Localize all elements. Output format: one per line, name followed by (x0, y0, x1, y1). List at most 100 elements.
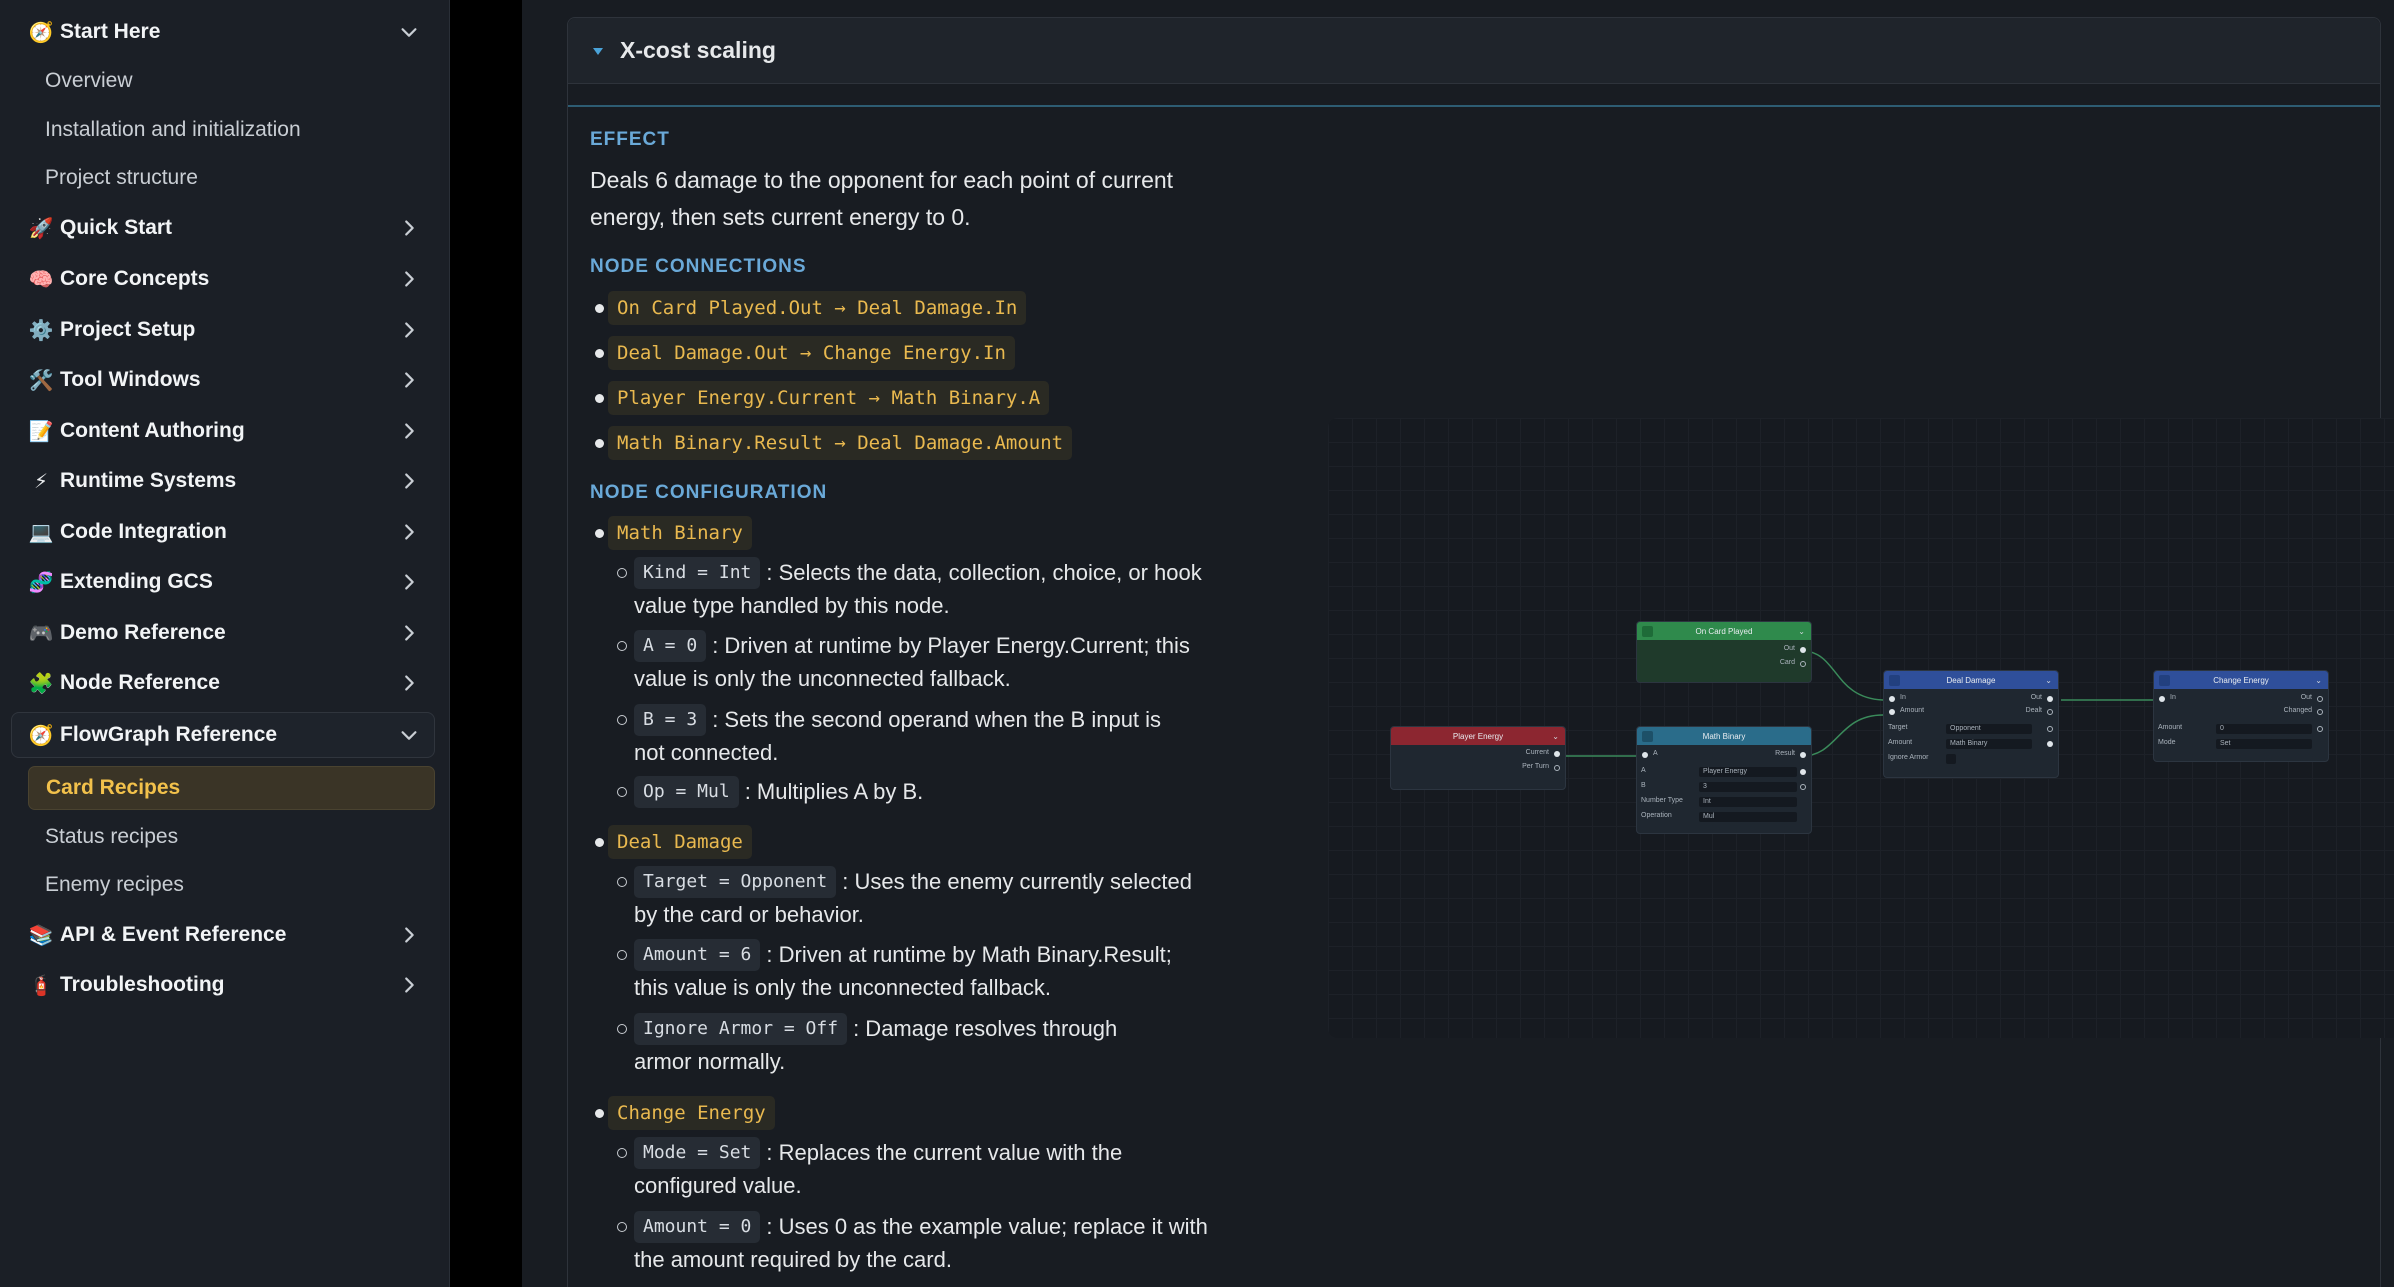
field-dropdown[interactable]: Mul (1699, 812, 1797, 822)
port-label: Per Turn (1522, 763, 1549, 770)
node-title: Change Energy (2213, 675, 2269, 685)
nav-group-tool-windows[interactable]: 🛠️ Tool Windows (28, 358, 423, 402)
nav-group-extending-gcs[interactable]: 🧬 Extending GCS (28, 560, 423, 604)
chevron-right-icon[interactable] (395, 568, 423, 596)
node-config-name: Math Binary (608, 516, 752, 550)
nav-group-label: Runtime Systems (60, 469, 237, 492)
gear-icon: ⚙️ (28, 318, 54, 342)
chevron-right-icon[interactable] (395, 669, 423, 697)
field-pin[interactable] (1800, 769, 1806, 775)
nav-link-installation[interactable]: Installation and initialization (45, 110, 301, 150)
output-pin[interactable] (2047, 709, 2053, 715)
connection-item: On Card Played.Out → Deal Damage.In (608, 291, 1027, 325)
output-pin[interactable] (1554, 765, 1560, 771)
sub-bullet (617, 877, 627, 887)
chevron-down-icon[interactable]: ⌄ (2045, 676, 2052, 685)
nav-group-runtime-systems[interactable]: ⚡ Runtime Systems (28, 459, 423, 503)
nav-group-label: Tool Windows (60, 368, 201, 391)
chevron-right-icon[interactable] (395, 366, 423, 394)
tools-icon: 🛠️ (28, 368, 54, 392)
books-icon: 📚 (28, 923, 54, 947)
input-pin[interactable] (1889, 696, 1895, 702)
nav-group-troubleshooting[interactable]: 🧯 Troubleshooting (28, 963, 423, 1007)
output-pin[interactable] (1800, 661, 1806, 667)
port-label: Out (2300, 694, 2312, 701)
graph-node-deal-damage[interactable]: Deal Damage ⌄ In Out Amount Dealt Target … (1883, 670, 2059, 778)
chevron-right-icon[interactable] (395, 467, 423, 495)
output-pin[interactable] (2317, 696, 2323, 702)
divider (568, 105, 2380, 107)
output-pin[interactable] (1800, 647, 1806, 653)
chevron-down-icon[interactable]: ⌄ (2315, 676, 2322, 685)
caret-down-icon[interactable] (590, 43, 606, 59)
chevron-down-icon[interactable]: ⌄ (1798, 627, 1805, 636)
chevron-right-icon[interactable] (395, 971, 423, 999)
port-label: A (1653, 750, 1658, 757)
chevron-right-icon[interactable] (395, 417, 423, 445)
nav-link-status-recipes[interactable]: Status recipes (45, 817, 178, 857)
field-value[interactable]: 0 (2216, 724, 2312, 734)
nav-link-overview[interactable]: Overview (45, 61, 133, 101)
input-pin[interactable] (1642, 752, 1648, 758)
field-dropdown[interactable]: Int (1699, 797, 1797, 807)
chevron-right-icon[interactable] (395, 214, 423, 242)
setting-desc: : Driven at runtime by Player Energy.Cur… (712, 633, 1190, 658)
graph-node-change-energy[interactable]: Change Energy ⌄ In Out Changed Amount 0 M… (2153, 670, 2329, 762)
nav-group-code-integration[interactable]: 💻 Code Integration (28, 510, 423, 554)
setting-code: Ignore Armor = Off (634, 1013, 848, 1045)
nav-group-project-setup[interactable]: ⚙️ Project Setup (28, 308, 423, 352)
flowgraph-canvas[interactable]: Player Energy ⌄ Current Per Turn On Card … (1328, 418, 2394, 1038)
sub-bullet (617, 1222, 627, 1232)
input-pin[interactable] (1889, 709, 1895, 715)
list-bullet (595, 838, 604, 847)
nav-link-card-recipes[interactable]: Card Recipes (28, 766, 435, 810)
chevron-right-icon[interactable] (395, 921, 423, 949)
sub-bullet (617, 950, 627, 960)
chevron-down-icon[interactable]: ⌄ (1552, 732, 1559, 741)
field-pin[interactable] (1800, 784, 1806, 790)
setting-line: Mode = Set: Replaces the current value w… (634, 1136, 1122, 1170)
armor-toggle[interactable] (1946, 754, 1956, 764)
nav-group-demo-reference[interactable]: 🎮 Demo Reference (28, 611, 423, 655)
field-dropdown[interactable]: Opponent (1946, 724, 2032, 734)
graph-node-player-energy[interactable]: Player Energy ⌄ Current Per Turn (1390, 726, 1566, 790)
chevron-down-icon[interactable] (395, 18, 423, 46)
field-label: Operation (1641, 812, 1672, 819)
nav-group-node-reference[interactable]: 🧩 Node Reference (28, 661, 423, 705)
chevron-right-icon[interactable] (395, 265, 423, 293)
chevron-right-icon[interactable] (395, 619, 423, 647)
graph-node-on-card-played[interactable]: On Card Played ⌄ Out Card (1636, 621, 1812, 683)
field-dropdown[interactable]: Set (2216, 739, 2312, 749)
field-pin[interactable] (2047, 741, 2053, 747)
output-pin[interactable] (1800, 752, 1806, 758)
gamepad-icon: 🎮 (28, 621, 54, 645)
chevron-down-icon[interactable] (395, 721, 423, 749)
field-pin[interactable] (2047, 726, 2053, 732)
sub-bullet (617, 1024, 627, 1034)
chevron-right-icon[interactable] (395, 316, 423, 344)
nav-group-api-event-reference[interactable]: 📚 API & Event Reference (28, 913, 423, 957)
field-value[interactable]: Player Energy (1699, 767, 1797, 777)
nav-link-project-structure[interactable]: Project structure (45, 158, 198, 198)
setting-desc-cont: the amount required by the card. (634, 1247, 952, 1272)
nav-link-enemy-recipes[interactable]: Enemy recipes (45, 865, 184, 905)
graph-node-math-binary[interactable]: Math Binary A Result A Player Energy B 3… (1636, 726, 1812, 834)
nav-group-core-concepts[interactable]: 🧠 Core Concepts (28, 257, 423, 301)
output-pin[interactable] (1554, 751, 1560, 757)
port-label: In (1900, 694, 1906, 701)
output-pin[interactable] (2317, 709, 2323, 715)
nav-group-start-here[interactable]: 🧭 Start Here (28, 10, 423, 54)
input-pin[interactable] (2159, 696, 2165, 702)
sub-bullet (617, 1148, 627, 1158)
field-value[interactable]: Math Binary (1946, 739, 2032, 749)
recipe-header[interactable]: X-cost scaling (568, 18, 2380, 84)
compass-icon: 🧭 (28, 723, 54, 747)
nav-group-quick-start[interactable]: 🚀 Quick Start (28, 206, 423, 250)
output-pin[interactable] (2047, 696, 2053, 702)
field-value[interactable]: 3 (1699, 782, 1797, 792)
nav-group-content-authoring[interactable]: 📝 Content Authoring (28, 409, 423, 453)
nav-group-flowgraph-reference[interactable]: 🧭 FlowGraph Reference (28, 713, 423, 757)
field-pin[interactable] (2317, 726, 2323, 732)
port-label: Out (1783, 645, 1795, 652)
chevron-right-icon[interactable] (395, 518, 423, 546)
